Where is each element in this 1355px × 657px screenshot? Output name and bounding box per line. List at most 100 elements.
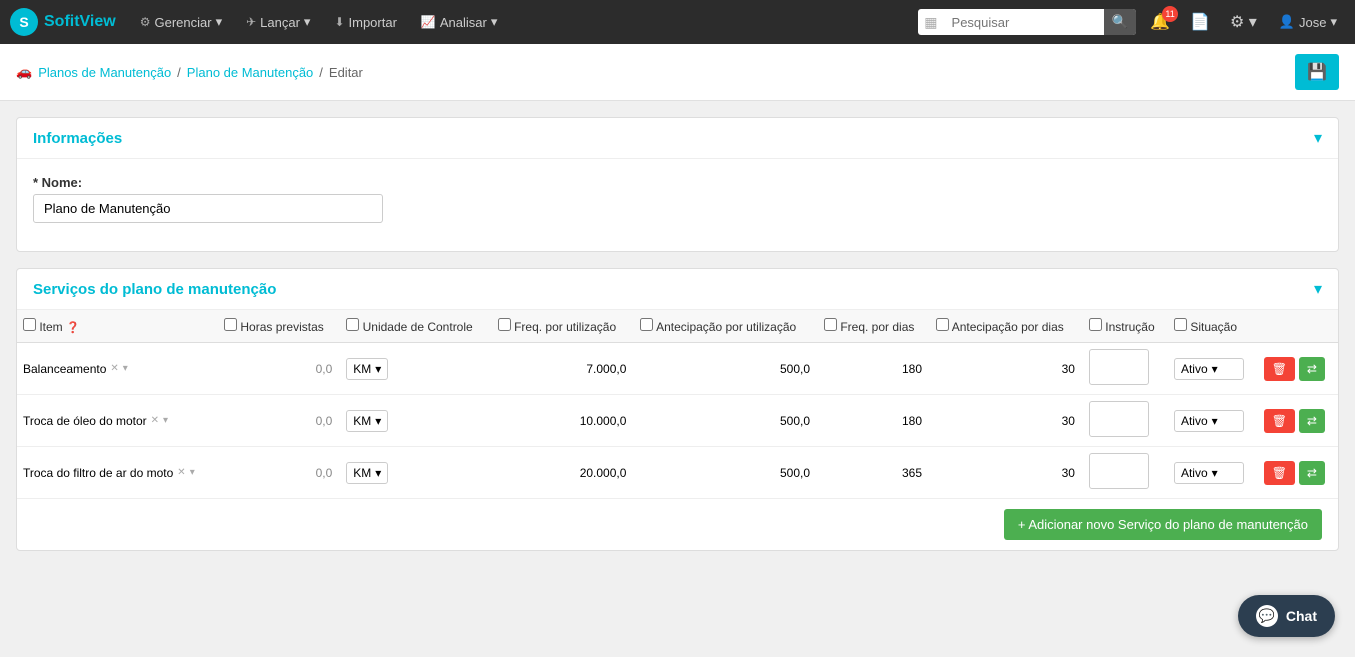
- search-button[interactable]: 🔍: [1104, 9, 1137, 35]
- breadcrumb-link-2[interactable]: Plano de Manutenção: [187, 65, 313, 80]
- collapse-info-icon[interactable]: ▾: [1314, 128, 1322, 148]
- item-dropdown-1[interactable]: ▾: [163, 415, 168, 426]
- situacao-cell-0: Ativo ▾: [1168, 343, 1258, 395]
- document-button[interactable]: 📄: [1184, 8, 1216, 36]
- nav-gerenciar[interactable]: ⚙ Gerenciar ▾: [130, 8, 232, 36]
- horas-cell-2: 0,0: [218, 447, 340, 499]
- situacao-cell-1: Ativo ▾: [1168, 395, 1258, 447]
- search-input[interactable]: [944, 10, 1104, 35]
- freq-util-cell-0: 7.000,0: [492, 343, 635, 395]
- chat-button[interactable]: 💬 Chat: [1238, 595, 1335, 637]
- nav-lancar[interactable]: ✈ Lançar ▾: [236, 8, 320, 36]
- gear-icon: ⚙: [140, 15, 151, 29]
- search-box: ▦ 🔍: [918, 9, 1136, 35]
- brand-name: SofitView: [44, 13, 116, 31]
- services-table-wrapper: Item ❓ Horas previstas Unidade de Contro…: [17, 310, 1338, 499]
- nav-importar[interactable]: ⬇ Importar: [324, 9, 406, 36]
- share-button-2[interactable]: ⇄: [1299, 461, 1325, 485]
- unidade-cell-0: KM ▾: [340, 343, 491, 395]
- info-card-body: * Nome:: [17, 159, 1338, 251]
- settings-button[interactable]: ⚙ ▾: [1224, 8, 1263, 36]
- table-head: Item ❓ Horas previstas Unidade de Contro…: [17, 310, 1338, 343]
- col-freq-util-checkbox[interactable]: [498, 318, 511, 331]
- breadcrumb-link-1[interactable]: Planos de Manutenção: [38, 65, 171, 80]
- add-service-button[interactable]: + Adicionar novo Serviço do plano de man…: [1004, 509, 1322, 540]
- col-situacao-checkbox[interactable]: [1174, 318, 1187, 331]
- col-horas-checkbox[interactable]: [224, 318, 237, 331]
- instrucao-input-1[interactable]: [1089, 401, 1149, 437]
- col-antecip-util-checkbox[interactable]: [640, 318, 653, 331]
- name-input[interactable]: [33, 194, 383, 223]
- unidade-select-2[interactable]: KM ▾: [346, 462, 388, 484]
- user-menu[interactable]: 👤 Jose ▾: [1271, 10, 1345, 34]
- delete-button-1[interactable]: 🗑: [1264, 409, 1295, 433]
- col-item: Item ❓: [17, 310, 218, 343]
- chevron-down-icon: ▾: [491, 14, 498, 30]
- unidade-select-0[interactable]: KM ▾: [346, 358, 388, 380]
- notification-button[interactable]: 🔔 11: [1144, 8, 1176, 36]
- col-instrucao: Instrução: [1083, 310, 1168, 343]
- col-unidade-checkbox[interactable]: [346, 318, 359, 331]
- unidade-cell-2: KM ▾: [340, 447, 491, 499]
- freq-dias-cell-0: 180: [818, 343, 930, 395]
- item-remove-1[interactable]: ✕: [151, 415, 159, 426]
- antecip-dias-cell-0: 30: [930, 343, 1083, 395]
- antecip-dias-cell-1: 30: [930, 395, 1083, 447]
- item-remove-2[interactable]: ✕: [177, 467, 185, 478]
- chat-label: Chat: [1286, 608, 1317, 624]
- unidade-select-1[interactable]: KM ▾: [346, 410, 388, 432]
- services-table: Item ❓ Horas previstas Unidade de Contro…: [17, 310, 1338, 499]
- col-situacao: Situação: [1168, 310, 1258, 343]
- freq-util-cell-2: 20.000,0: [492, 447, 635, 499]
- situacao-select-2[interactable]: Ativo ▾: [1174, 462, 1244, 484]
- delete-button-0[interactable]: 🗑: [1264, 357, 1295, 381]
- freq-dias-cell-1: 180: [818, 395, 930, 447]
- brand: S SofitView: [10, 8, 116, 36]
- col-antecip-dias-checkbox[interactable]: [936, 318, 949, 331]
- brand-logo: S: [10, 8, 38, 36]
- services-tbody: Balanceamento ✕ ▾ 0,0 KM ▾ 7.000,0 500,0…: [17, 343, 1338, 499]
- instrucao-cell-2: [1083, 447, 1168, 499]
- freq-dias-cell-2: 365: [818, 447, 930, 499]
- col-freq-dias-checkbox[interactable]: [824, 318, 837, 331]
- instrucao-input-2[interactable]: [1089, 453, 1149, 489]
- situacao-cell-2: Ativo ▾: [1168, 447, 1258, 499]
- item-cell-2: Troca do filtro de ar do moto ✕ ▾: [17, 447, 218, 499]
- user-icon: 👤: [1279, 14, 1295, 30]
- instrucao-cell-0: [1083, 343, 1168, 395]
- save-button[interactable]: 💾: [1295, 54, 1339, 90]
- services-section-title: Serviços do plano de manutenção: [33, 281, 276, 298]
- item-dropdown-2[interactable]: ▾: [190, 467, 195, 478]
- item-cell-1: Troca de óleo do motor ✕ ▾: [17, 395, 218, 447]
- name-field-group: * Nome:: [33, 175, 1322, 223]
- actions-cell-1: 🗑 ⇄: [1258, 395, 1338, 447]
- chat-bubble-icon: 💬: [1256, 605, 1278, 627]
- col-freq-dias: Freq. por dias: [818, 310, 930, 343]
- collapse-services-icon[interactable]: ▾: [1314, 279, 1322, 299]
- item-remove-0[interactable]: ✕: [110, 363, 118, 374]
- share-button-1[interactable]: ⇄: [1299, 409, 1325, 433]
- horas-cell-0: 0,0: [218, 343, 340, 395]
- instrucao-input-0[interactable]: [1089, 349, 1149, 385]
- col-antecip-dias: Antecipação por dias: [930, 310, 1083, 343]
- antecip-dias-cell-2: 30: [930, 447, 1083, 499]
- breadcrumb: 🚗 Planos de Manutenção / Plano de Manute…: [16, 64, 363, 80]
- situacao-select-0[interactable]: Ativo ▾: [1174, 358, 1244, 380]
- delete-button-2[interactable]: 🗑: [1264, 461, 1295, 485]
- col-unidade: Unidade de Controle: [340, 310, 491, 343]
- info-card: Informações ▾ * Nome:: [16, 117, 1339, 252]
- search-icon-left: ▦: [918, 14, 943, 31]
- main-content: Informações ▾ * Nome: Serviços do plano …: [0, 101, 1355, 583]
- table-row: Troca do filtro de ar do moto ✕ ▾ 0,0 KM…: [17, 447, 1338, 499]
- launch-icon: ✈: [246, 15, 256, 29]
- item-dropdown-0[interactable]: ▾: [123, 363, 128, 374]
- situacao-select-1[interactable]: Ativo ▾: [1174, 410, 1244, 432]
- col-instrucao-checkbox[interactable]: [1089, 318, 1102, 331]
- share-button-0[interactable]: ⇄: [1299, 357, 1325, 381]
- col-freq-util: Freq. por utilização: [492, 310, 635, 343]
- col-item-checkbox[interactable]: [23, 318, 36, 331]
- nav-analisar[interactable]: 📈 Analisar ▾: [411, 8, 507, 36]
- freq-util-cell-1: 10.000,0: [492, 395, 635, 447]
- breadcrumb-bar: 🚗 Planos de Manutenção / Plano de Manute…: [0, 44, 1355, 101]
- services-card: Serviços do plano de manutenção ▾ Item ❓…: [16, 268, 1339, 551]
